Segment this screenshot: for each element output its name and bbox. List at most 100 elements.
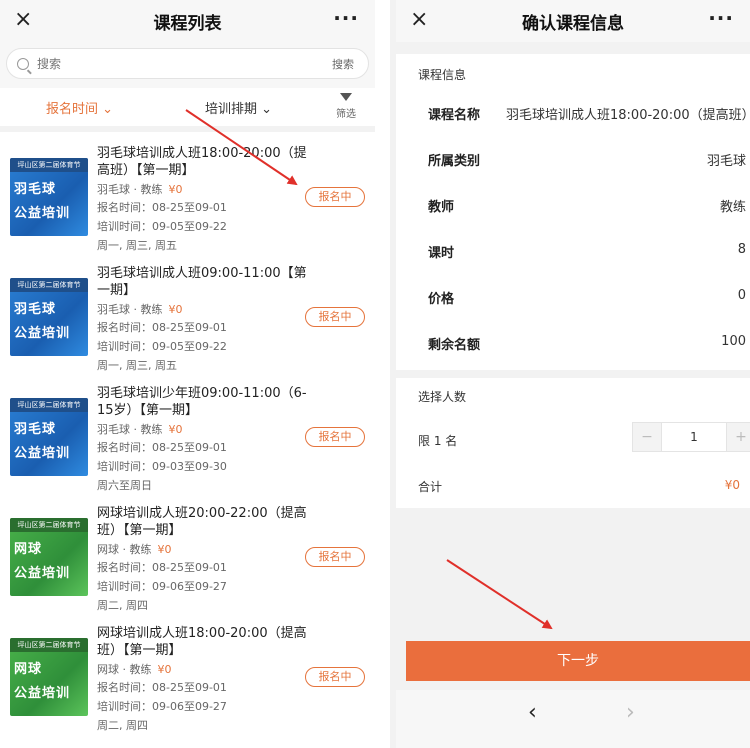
course-name: 羽毛球培训成人班09:00-11:00【第一期】	[97, 266, 307, 298]
course-price: ¥0	[168, 183, 183, 196]
row-category-label: 所属类别	[428, 154, 481, 169]
row-price-value: 0	[737, 288, 746, 303]
thumb-band: 坪山区第二届体育节	[10, 278, 88, 292]
thumb-line2: 公益培训	[14, 566, 71, 581]
confirm-course-screen: × 确认课程信息 ··· 课程信息 课程名称 羽毛球培训成人班18:00-20:…	[390, 0, 750, 748]
course-category: 网球	[97, 663, 119, 676]
more-icon[interactable]: ···	[708, 6, 734, 30]
course-days: 周六至周日	[97, 479, 152, 492]
quantity-value[interactable]: 1	[661, 423, 727, 451]
course-thumbnail: 坪山区第二届体育节 羽毛球 公益培训	[10, 158, 88, 236]
chevron-down-icon: ⌄	[261, 102, 273, 117]
course-info-card: 课程信息 课程名称 羽毛球培训成人班18:00-20:00（提高班） 所属类别 …	[396, 54, 750, 370]
filter-button[interactable]: 筛选	[336, 91, 356, 120]
total-value: ¥0	[724, 478, 740, 492]
thumb-band: 坪山区第二届体育节	[10, 638, 88, 652]
course-item[interactable]: 坪山区第二届体育节 网球 公益培训 网球培训成人班18:00-20:00（提高班…	[0, 615, 375, 735]
plus-button[interactable]: +	[727, 423, 750, 451]
minus-button[interactable]: −	[633, 423, 661, 451]
people-card: 选择人数 限 1 名 − 1 + 合计 ¥0	[396, 378, 750, 508]
signup-status-button[interactable]: 报名中	[305, 547, 365, 567]
row-teacher-label: 教师	[428, 200, 455, 215]
thumb-line2: 公益培训	[14, 686, 71, 701]
filter-schedule[interactable]: 培训排期 ⌄	[205, 98, 272, 117]
row-hours-label: 课时	[428, 246, 455, 261]
course-item[interactable]: 坪山区第二届体育节 羽毛球 公益培训 羽毛球培训成人班18:00-20:00（提…	[0, 135, 375, 255]
course-meta: 羽毛球 · 教练 ¥0	[97, 423, 183, 436]
signup-status-button[interactable]: 报名中	[305, 307, 365, 327]
signup-status-button[interactable]: 报名中	[305, 427, 365, 447]
more-icon[interactable]: ···	[333, 6, 359, 30]
course-meta: 网球 · 教练 ¥0	[97, 543, 172, 556]
row-course-name-value: 羽毛球培训成人班18:00-20:00（提高班）	[506, 108, 746, 123]
course-teacher: 教练	[129, 543, 152, 556]
search-icon	[17, 57, 29, 70]
course-train-time: 培训时间：09-05至09-22	[97, 340, 227, 353]
thumb-line1: 羽毛球	[14, 422, 57, 437]
course-days: 周二, 周四	[97, 599, 148, 612]
course-name: 网球培训成人班20:00-22:00（提高班）【第一期】	[97, 506, 307, 538]
course-signup-time: 报名时间：08-25至09-01	[97, 681, 227, 694]
screenshot-root: × 课程列表 ··· 搜索 报名时间 ⌄ 培训排期 ⌄ 筛选 坪山区第二届体育节…	[0, 0, 750, 748]
total-label: 合计	[418, 480, 443, 494]
course-price: ¥0	[157, 663, 172, 676]
course-item[interactable]: 坪山区第二届体育节 网球 公益培训 网球培训成人班20:00-22:00（提高班…	[0, 495, 375, 615]
search-input[interactable]	[37, 56, 332, 71]
course-item[interactable]: 坪山区第二届体育节 羽毛球 公益培训 羽毛球培训成人班09:00-11:00【第…	[0, 255, 375, 375]
course-days: 周二, 周四	[97, 719, 148, 732]
quantity-stepper: − 1 +	[632, 422, 750, 452]
course-price: ¥0	[168, 423, 183, 436]
course-category: 羽毛球	[97, 303, 130, 316]
thumb-line1: 网球	[14, 542, 43, 557]
thumb-line2: 公益培训	[14, 206, 71, 221]
signup-status-button[interactable]: 报名中	[305, 187, 365, 207]
course-list-screen: × 课程列表 ··· 搜索 报名时间 ⌄ 培训排期 ⌄ 筛选 坪山区第二届体育节…	[0, 0, 375, 748]
thumb-band: 坪山区第二届体育节	[10, 158, 88, 172]
course-name: 网球培训成人班18:00-20:00（提高班）【第一期】	[97, 626, 307, 658]
course-signup-time: 报名时间：08-25至09-01	[97, 561, 227, 574]
course-days: 周一, 周三, 周五	[97, 239, 177, 252]
course-category: 羽毛球	[97, 183, 130, 196]
course-thumbnail: 坪山区第二届体育节 网球 公益培训	[10, 638, 88, 716]
row-course-name-label: 课程名称	[428, 108, 481, 123]
chevron-down-icon: ⌄	[102, 102, 114, 117]
course-train-time: 培训时间：09-06至09-27	[97, 580, 227, 593]
course-signup-time: 报名时间：08-25至09-01	[97, 201, 227, 214]
section-select-people: 选择人数	[418, 390, 467, 404]
course-name: 羽毛球培训少年班09:00-11:00（6-15岁）【第一期】	[97, 386, 307, 418]
close-icon[interactable]: ×	[410, 8, 428, 32]
row-price-label: 价格	[428, 292, 455, 307]
course-thumbnail: 坪山区第二届体育节 羽毛球 公益培训	[10, 398, 88, 476]
section-course-info: 课程信息	[418, 68, 467, 82]
course-price: ¥0	[168, 303, 183, 316]
row-remaining-label: 剩余名额	[428, 338, 481, 353]
course-train-time: 培训时间：09-05至09-22	[97, 220, 227, 233]
search-button[interactable]: 搜索	[332, 56, 354, 72]
filter-signup-time[interactable]: 报名时间 ⌄	[46, 98, 113, 117]
thumb-line1: 羽毛球	[14, 302, 57, 317]
close-icon[interactable]: ×	[14, 8, 32, 32]
row-hours-value: 8	[737, 242, 746, 257]
course-train-time: 培训时间：09-06至09-27	[97, 700, 227, 713]
course-meta: 羽毛球 · 教练 ¥0	[97, 303, 183, 316]
forward-arrow-icon[interactable]: ›	[626, 700, 635, 725]
top-bar: × 课程列表 ···	[0, 0, 375, 42]
signup-status-button[interactable]: 报名中	[305, 667, 365, 687]
row-category-value: 羽毛球	[706, 154, 746, 169]
course-days: 周一, 周三, 周五	[97, 359, 177, 372]
course-item[interactable]: 坪山区第二届体育节 羽毛球 公益培训 羽毛球培训少年班09:00-11:00（6…	[0, 375, 375, 495]
filter-signup-time-label: 报名时间	[46, 102, 99, 117]
search-bar: 搜索	[0, 42, 375, 88]
filter-schedule-label: 培训排期	[205, 102, 258, 117]
thumb-band: 坪山区第二届体育节	[10, 398, 88, 412]
course-price: ¥0	[157, 543, 172, 556]
thumb-line2: 公益培训	[14, 446, 71, 461]
search-box[interactable]: 搜索	[6, 48, 369, 79]
thumb-line1: 羽毛球	[14, 182, 57, 197]
back-arrow-icon[interactable]: ‹	[528, 700, 537, 725]
next-step-button[interactable]: 下一步	[406, 641, 750, 681]
row-remaining-value: 100	[721, 334, 746, 349]
course-thumbnail: 坪山区第二届体育节 网球 公益培训	[10, 518, 88, 596]
funnel-icon	[340, 93, 352, 101]
course-teacher: 教练	[140, 423, 163, 436]
